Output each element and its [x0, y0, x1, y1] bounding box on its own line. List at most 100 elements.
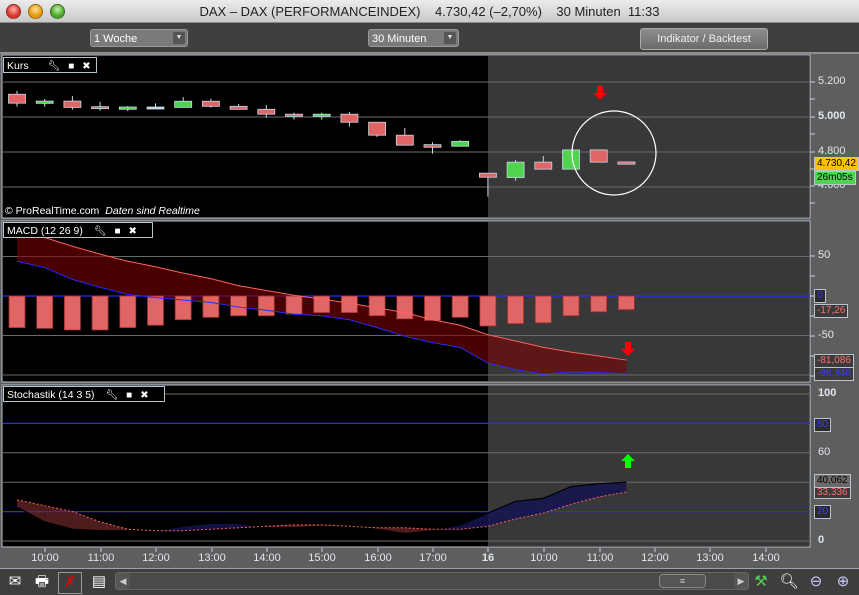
window-icon[interactable]: ■	[126, 388, 132, 404]
stoch-panel-title: Stochastik (14 3 5)	[7, 389, 95, 401]
time-tick-label: 16:00	[364, 552, 392, 564]
macd-histogram-bar	[507, 295, 525, 325]
chart-canvas[interactable]	[0, 54, 859, 568]
stoch-tick: 0	[818, 534, 825, 546]
macd-panel-header: MACD (12 26 9) 🔧︎ ■ ✖	[3, 222, 153, 238]
macd-histogram-bar	[562, 295, 580, 317]
interval-value: 30 Minuten	[372, 33, 427, 45]
time-tick-label: 12:00	[641, 552, 669, 564]
time-tick-label: 17:00	[419, 552, 447, 564]
indicator-backtest-button[interactable]: Indikator / Backtest	[640, 28, 768, 50]
candle-body	[368, 121, 387, 136]
stoch-panel-today-shade	[488, 386, 809, 546]
window-icon[interactable]: ■	[114, 224, 120, 240]
macd-tick: 50	[818, 249, 831, 261]
time-tick-label: 10:00	[31, 552, 59, 564]
candle-body	[617, 161, 636, 165]
macd-histogram-bar	[451, 295, 469, 318]
candle-body	[534, 161, 553, 170]
scroll-thumb[interactable]: ≡	[659, 574, 706, 588]
candle-body	[562, 149, 580, 170]
time-tick-label: 12:00	[142, 552, 170, 564]
window-title: DAX – DAX (PERFORMANCEINDEX) 4.730,42 (–…	[199, 4, 660, 19]
title-bar: DAX – DAX (PERFORMANCEINDEX) 4.730,42 (–…	[0, 0, 859, 23]
realtime-note: © ProRealTime.com Daten sind Realtime	[5, 205, 200, 217]
copyright-text: © ProRealTime.com	[5, 205, 100, 217]
candle-body	[589, 149, 608, 163]
macd-histogram-bar	[8, 295, 26, 329]
candle-body	[312, 113, 331, 117]
price-panel-title: Kurs	[7, 60, 29, 72]
macd-histogram-bar	[91, 295, 109, 331]
horizontal-scrollbar[interactable]: ◀ ≡ ▶	[115, 572, 749, 590]
zoom-fit-icon[interactable]: 🔍︎	[778, 572, 800, 592]
macd-histogram-bar	[534, 295, 552, 324]
time-tick-label: 16	[481, 552, 495, 564]
scroll-left-icon[interactable]: ◀	[116, 573, 130, 589]
signal-value-label: -81,086	[814, 354, 854, 368]
candle-body	[257, 108, 276, 115]
macd-histogram-bar	[396, 295, 414, 320]
time-tick-label: 13:00	[696, 552, 724, 564]
macd-histogram-bar	[36, 295, 54, 329]
candle-body	[285, 113, 303, 117]
candle-body	[478, 172, 497, 178]
wrench-icon[interactable]: 🔧︎	[48, 59, 61, 75]
stoch-panel-header: Stochastik (14 3 5) 🔧︎ ■ ✖	[3, 386, 165, 402]
wrench-icon[interactable]: 🔧︎	[105, 388, 118, 404]
macd-histogram-bar	[479, 295, 497, 327]
close-icon[interactable]: ✖	[129, 224, 137, 240]
candle-body	[201, 100, 220, 107]
macd-histogram-bar	[147, 295, 164, 326]
time-tick-label: 15:00	[308, 552, 336, 564]
macd-histogram-bar	[368, 295, 386, 317]
link-off-icon[interactable]: ✗	[58, 572, 82, 594]
price-tick: 5.000	[818, 110, 846, 122]
macd-histogram-bar	[119, 295, 137, 329]
bottom-toolbar: ✉ 🖶︎ ✗ ▤ ◀ ≡ ▶ ⚒ 🔍︎ ⊖ ⊕	[0, 568, 859, 595]
print-icon[interactable]: 🖶︎	[31, 572, 53, 592]
period-value: 1 Woche	[94, 33, 138, 45]
price-tick: 4.800	[818, 145, 846, 157]
candle-body	[63, 100, 82, 108]
scroll-right-icon[interactable]: ▶	[734, 573, 748, 589]
candle-body	[35, 100, 54, 104]
wrench-icon[interactable]: 🔧︎	[94, 224, 107, 240]
time-tick-label: 13:00	[198, 552, 226, 564]
macd-histogram-bar	[202, 295, 220, 318]
period-dropdown[interactable]: 1 Woche ▼	[90, 29, 188, 47]
lower-level-label: 20	[814, 505, 832, 519]
macd-histogram-bar	[590, 295, 608, 313]
interval-dropdown[interactable]: 30 Minuten ▼	[368, 29, 459, 47]
macd-histogram-bar	[424, 295, 441, 321]
k-value-label: 40,062	[814, 474, 851, 488]
stoch-tick: 60	[818, 446, 831, 458]
macd-histogram-bar	[618, 295, 635, 311]
candle-body	[506, 161, 525, 178]
macd-zero-label: 0	[814, 289, 826, 303]
close-icon[interactable]: ✖	[82, 59, 90, 75]
candle-body	[451, 140, 470, 147]
window-icon[interactable]: ■	[68, 59, 74, 75]
macd-value-label: -98,346	[814, 367, 854, 381]
candle-body	[8, 93, 26, 104]
macd-histogram-bar	[257, 295, 275, 317]
current-price-label: 4.730,42	[814, 157, 859, 171]
zoom-in-icon[interactable]: ⊕	[832, 572, 854, 592]
candle-body	[91, 106, 109, 110]
chevron-down-icon: ▼	[444, 32, 456, 44]
close-icon[interactable]: ✖	[140, 388, 148, 404]
mail-icon[interactable]: ✉	[4, 572, 26, 592]
candle-body	[174, 100, 193, 108]
macd-panel-title: MACD (12 26 9)	[7, 225, 83, 237]
report-icon[interactable]: ▤	[88, 572, 110, 592]
realtime-text: Daten sind Realtime	[105, 205, 200, 217]
histogram-value-label: -17,26	[814, 304, 849, 318]
time-tick-label: 11:00	[87, 552, 115, 564]
zoom-out-icon[interactable]: ⊖	[805, 572, 827, 592]
candle-body	[118, 106, 137, 110]
time-tick-label: 10:00	[530, 552, 558, 564]
indicator-edit-icon[interactable]: ⚒	[750, 572, 772, 592]
upper-level-label: 80	[814, 418, 832, 432]
price-tick: 5.200	[818, 75, 846, 87]
